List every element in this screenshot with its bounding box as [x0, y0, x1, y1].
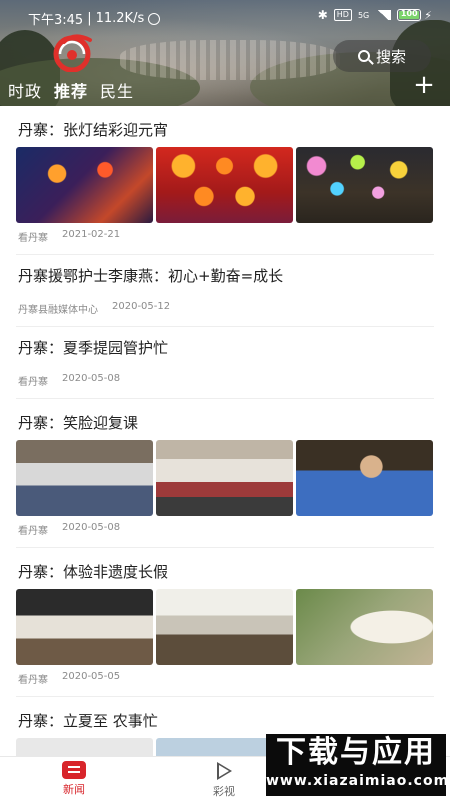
- news-item[interactable]: 丹寨：夏季提园管护忙 看丹寨 2020-05-08: [16, 327, 434, 399]
- news-item-source: 看丹寨: [18, 233, 48, 244]
- tab-shizheng[interactable]: 时政: [8, 78, 42, 106]
- alarm-icon: [148, 12, 161, 25]
- search-icon: [357, 50, 370, 62]
- news-item[interactable]: 丹寨援鄂护士李康燕：初心+勤奋=成长 丹寨县融媒体中心 2020-05-12: [16, 255, 434, 327]
- plus-icon[interactable]: +: [412, 72, 436, 98]
- hd-icon: HD: [333, 9, 352, 21]
- news-item-title: 丹寨：笑脸迎复课: [18, 414, 139, 432]
- news-item-source: 看丹寨: [18, 377, 48, 388]
- nav-video-label: 彩视: [213, 785, 235, 798]
- watermark: 下载与应用 www.xiazaimiao.com: [266, 734, 450, 796]
- nav-video[interactable]: 彩视: [184, 759, 264, 799]
- news-item-images: [16, 440, 434, 516]
- search-button[interactable]: 搜索: [333, 40, 431, 72]
- status-divider: |: [87, 11, 92, 26]
- banner-background-town: [120, 40, 340, 80]
- news-item[interactable]: 丹寨：张灯结彩迎元宵 看丹寨 2021-02-21: [16, 106, 434, 255]
- news-item[interactable]: 丹寨：体验非遗度长假 看丹寨 2020-05-05: [16, 548, 434, 697]
- news-item-title: 丹寨：立夏至 农事忙: [18, 712, 158, 730]
- logo-icon[interactable]: [50, 32, 98, 72]
- news-thumbnail: [16, 738, 153, 756]
- search-label: 搜索: [375, 47, 406, 66]
- charging-icon: ⚡: [424, 8, 432, 22]
- tab-tuijian[interactable]: 推荐: [54, 78, 88, 106]
- status-network-speed: 11.2K/s: [95, 11, 145, 26]
- status-time: 下午3:45: [28, 13, 84, 28]
- news-item-date: 2020-05-12: [112, 301, 171, 312]
- news-thumbnail: [156, 589, 293, 665]
- news-thumbnail: [16, 440, 153, 516]
- battery-level: 100: [400, 9, 418, 18]
- news-item-title: 丹寨：夏季提园管护忙: [18, 339, 169, 357]
- news-item-source: 丹寨县融媒体中心: [18, 305, 98, 316]
- watermark-url: www.xiazaimiao.com: [266, 773, 450, 789]
- news-item[interactable]: 丹寨：笑脸迎复课 看丹寨 2020-05-08: [16, 399, 434, 548]
- news-icon: [62, 761, 86, 779]
- news-item-source: 看丹寨: [18, 526, 48, 537]
- nav-news-label: 新闻: [63, 783, 85, 796]
- video-play-icon: [216, 762, 232, 780]
- category-tabs: 时政 推荐 民生: [8, 78, 134, 106]
- news-thumbnail: [156, 147, 293, 223]
- news-item-date: 2020-05-08: [62, 522, 121, 533]
- news-thumbnail: [156, 440, 293, 516]
- news-thumbnail: [296, 589, 433, 665]
- nav-news[interactable]: 新闻: [34, 759, 114, 797]
- news-item-images: [16, 589, 434, 665]
- news-item-date: 2020-05-08: [62, 373, 121, 384]
- news-item-source: 看丹寨: [18, 675, 48, 686]
- news-item-images: [16, 147, 434, 223]
- news-feed: 丹寨：张灯结彩迎元宵 看丹寨 2021-02-21 丹寨援鄂护士李康燕：初心+勤…: [0, 106, 450, 756]
- news-thumbnail: [16, 589, 153, 665]
- signal-label: 5G: [357, 10, 370, 20]
- news-item-title: 丹寨：张灯结彩迎元宵: [18, 121, 169, 139]
- news-item-title: 丹寨援鄂护士李康燕：初心+勤奋=成长: [18, 267, 284, 285]
- news-thumbnail: [296, 147, 433, 223]
- news-item-title: 丹寨：体验非遗度长假: [18, 563, 169, 581]
- news-thumbnail: [16, 147, 153, 223]
- news-item-date: 2021-02-21: [62, 229, 121, 240]
- watermark-title: 下载与应用: [276, 735, 436, 770]
- news-item-date: 2020-05-05: [62, 671, 121, 682]
- bluetooth-icon: ✱: [317, 8, 328, 22]
- status-bar: 下午3:45 | 11.2K/s ✱ HD 5G 100 ⚡: [0, 0, 450, 28]
- tab-minsheng[interactable]: 民生: [100, 78, 134, 106]
- header-banner: 下午3:45 | 11.2K/s ✱ HD 5G 100 ⚡ 搜索 时政 推荐 …: [0, 0, 450, 106]
- signal-icon: [375, 10, 392, 20]
- battery-icon: 100 ⚡: [397, 9, 432, 22]
- news-thumbnail: [296, 440, 433, 516]
